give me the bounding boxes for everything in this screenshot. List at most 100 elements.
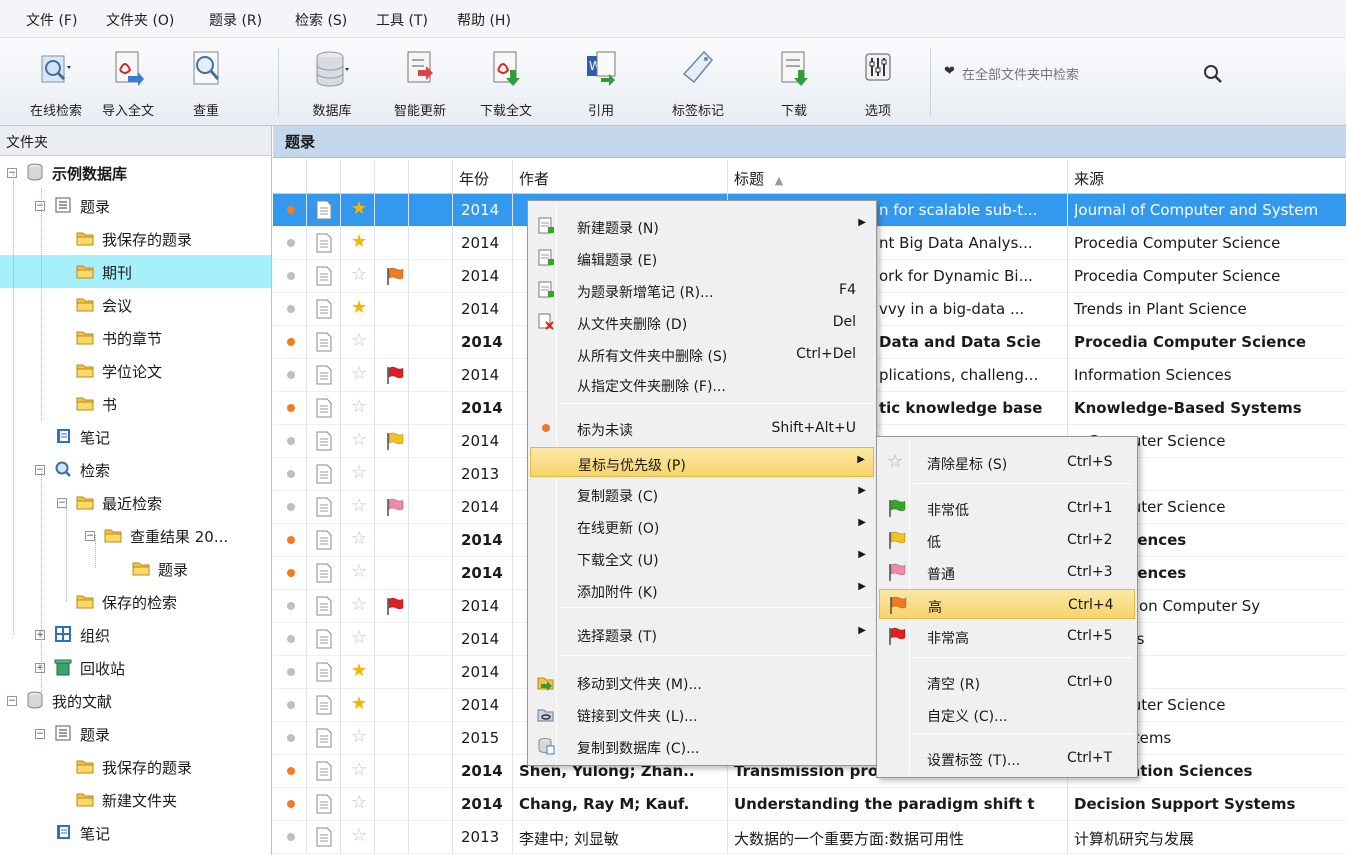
star-outline-icon[interactable]: ☆	[351, 463, 367, 483]
read-dot-icon[interactable]	[287, 272, 295, 280]
col-flag[interactable]	[375, 160, 409, 194]
unread-dot-icon[interactable]	[287, 206, 295, 214]
unread-dot-icon[interactable]	[287, 767, 295, 775]
flag-yellow-icon[interactable]	[385, 431, 405, 451]
star-outline-icon[interactable]: ☆	[351, 760, 367, 780]
unread-dot-icon[interactable]	[287, 800, 295, 808]
star-filled-icon[interactable]: ★	[351, 199, 367, 219]
submenu-item[interactable]: 低 Ctrl+2	[879, 525, 1135, 555]
read-dot-icon[interactable]	[287, 602, 295, 610]
collapse-icon[interactable]: −	[7, 168, 17, 178]
star-outline-icon[interactable]: ☆	[351, 826, 367, 846]
col-title[interactable]: 标题 ▲	[728, 160, 1068, 194]
collapse-icon[interactable]: −	[35, 201, 45, 211]
col-type[interactable]	[307, 160, 341, 194]
star-outline-icon[interactable]: ☆	[351, 727, 367, 747]
read-dot-icon[interactable]	[287, 437, 295, 445]
database-button[interactable]: 数据库	[296, 44, 368, 122]
read-dot-icon[interactable]	[287, 239, 295, 247]
star-filled-icon[interactable]: ★	[351, 661, 367, 681]
tree-node[interactable]: 我保存的题录	[0, 750, 271, 783]
read-dot-icon[interactable]	[287, 470, 295, 478]
star-outline-icon[interactable]: ☆	[351, 496, 367, 516]
context-menu-item[interactable]: 复制到数据库 (C)...	[530, 731, 874, 761]
col-year[interactable]: 年份	[453, 160, 513, 194]
submenu-item[interactable]: 清空 (R) Ctrl+0	[879, 667, 1135, 697]
col-source[interactable]: 来源	[1068, 160, 1346, 194]
expand-icon[interactable]: +	[35, 630, 45, 640]
context-menu-item[interactable]: 标为未读 Shift+Alt+U	[530, 413, 874, 443]
table-row[interactable]: ☆ 2014 Chang, Ray M; Kauf. Understanding th…	[273, 788, 1346, 821]
tree-node[interactable]: 笔记	[0, 420, 271, 453]
unread-dot-icon[interactable]	[287, 536, 295, 544]
col-read[interactable]	[273, 160, 307, 194]
dedup-button[interactable]: 查重	[170, 44, 242, 122]
submenu-item[interactable]: 高 Ctrl+4	[879, 589, 1135, 619]
context-menu-item[interactable]: 星标与优先级 (P) ▶	[530, 447, 874, 477]
smart-update-button[interactable]: 智能更新	[384, 44, 456, 122]
context-menu-item[interactable]: 从指定文件夹删除 (F)...	[530, 369, 874, 399]
star-filled-icon[interactable]: ★	[351, 232, 367, 252]
tree-node[interactable]: − 题录	[0, 717, 271, 750]
flag-red-icon[interactable]	[385, 365, 405, 385]
collapse-icon[interactable]: −	[35, 729, 45, 739]
read-dot-icon[interactable]	[287, 734, 295, 742]
download-button[interactable]: 下载	[758, 44, 830, 122]
table-row[interactable]: ☆ 2013 李建中; 刘显敏 大数据的一个重要方面:数据可用性 计算机研究与发展	[273, 821, 1346, 854]
col-blank[interactable]	[409, 160, 453, 194]
search-icon[interactable]	[1202, 63, 1224, 85]
tag-button[interactable]: 标签标记	[662, 44, 734, 122]
menu-help[interactable]: 帮助 (H)	[457, 10, 511, 30]
read-dot-icon[interactable]	[287, 371, 295, 379]
read-dot-icon[interactable]	[287, 305, 295, 313]
context-menu-item[interactable]: 链接到文件夹 (L)...	[530, 699, 874, 729]
star-outline-icon[interactable]: ☆	[351, 562, 367, 582]
context-menu-item[interactable]: 从所有文件夹中删除 (S) Ctrl+Del	[530, 339, 874, 369]
unread-dot-icon[interactable]	[287, 569, 295, 577]
search-scope-dropdown-icon[interactable]: ❤	[944, 64, 955, 79]
download-fulltext-button[interactable]: 下载全文	[470, 44, 542, 122]
star-outline-icon[interactable]: ☆	[351, 595, 367, 615]
col-author[interactable]: 作者	[513, 160, 728, 194]
context-menu-item[interactable]: 在线更新 (O) ▶	[530, 511, 874, 541]
collapse-icon[interactable]: −	[85, 531, 95, 541]
context-menu-item[interactable]: 新建题录 (N) ▶	[530, 211, 874, 241]
context-menu-item[interactable]: 添加附件 (K) ▶	[530, 575, 874, 605]
star-outline-icon[interactable]: ☆	[351, 364, 367, 384]
context-menu-item[interactable]: 选择题录 (T) ▶	[530, 619, 874, 649]
flag-pink-icon[interactable]	[385, 497, 405, 517]
star-outline-icon[interactable]: ☆	[351, 793, 367, 813]
submenu-item[interactable]: 普通 Ctrl+3	[879, 557, 1135, 587]
tree-node[interactable]: 新建文件夹	[0, 783, 271, 816]
unread-dot-icon[interactable]	[287, 338, 295, 346]
submenu-item[interactable]: 设置标签 (T)... Ctrl+T	[879, 743, 1135, 773]
cite-button[interactable]: W 引用	[565, 44, 637, 122]
col-star[interactable]	[341, 160, 375, 194]
tree-node[interactable]: − 示例数据库	[0, 156, 271, 189]
menu-folder[interactable]: 文件夹 (O)	[106, 10, 174, 30]
menu-search[interactable]: 检索 (S)	[295, 10, 347, 30]
context-menu-item[interactable]: 下载全文 (U) ▶	[530, 543, 874, 573]
search-input[interactable]	[962, 62, 1182, 88]
submenu-item[interactable]: 自定义 (C)...	[879, 699, 1135, 729]
star-outline-icon[interactable]: ☆	[351, 628, 367, 648]
context-menu-item[interactable]: 编辑题录 (E)	[530, 243, 874, 273]
context-menu-item[interactable]: 从文件夹删除 (D) Del	[530, 307, 874, 337]
submenu-item[interactable]: 非常高 Ctrl+5	[879, 621, 1135, 651]
tree-node[interactable]: 笔记	[0, 816, 271, 849]
flag-red-icon[interactable]	[385, 596, 405, 616]
star-outline-icon[interactable]: ☆	[351, 529, 367, 549]
menu-file[interactable]: 文件 (F)	[26, 10, 77, 30]
context-menu-item[interactable]: 移动到文件夹 (M)...	[530, 667, 874, 697]
read-dot-icon[interactable]	[287, 668, 295, 676]
star-outline-icon[interactable]: ☆	[351, 397, 367, 417]
collapse-icon[interactable]: −	[7, 696, 17, 706]
flag-orange-icon[interactable]	[385, 266, 405, 286]
read-dot-icon[interactable]	[287, 833, 295, 841]
star-outline-icon[interactable]: ☆	[351, 331, 367, 351]
star-filled-icon[interactable]: ★	[351, 298, 367, 318]
options-button[interactable]: 选项	[842, 44, 914, 122]
import-fulltext-button[interactable]: 导入全文	[92, 44, 164, 122]
collapse-icon[interactable]: −	[35, 465, 45, 475]
star-filled-icon[interactable]: ★	[351, 694, 367, 714]
